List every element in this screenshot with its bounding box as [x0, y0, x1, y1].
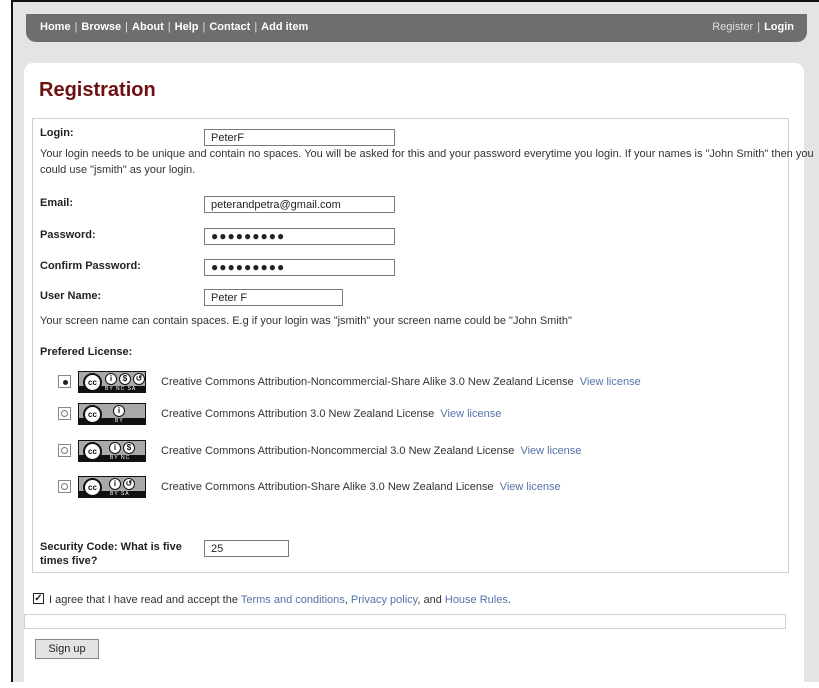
terms-link[interactable]: Terms and conditions: [241, 594, 345, 606]
license-radio[interactable]: [58, 375, 71, 388]
view-license-link[interactable]: View license: [520, 445, 581, 457]
badge-codes: BY: [115, 418, 124, 424]
security-code-label-line-1: Security Code: What is five: [40, 541, 182, 553]
view-license-link[interactable]: View license: [580, 376, 641, 388]
license-label: Prefered License:: [40, 346, 133, 358]
license-text: Creative Commons Attribution-Noncommerci…: [161, 376, 641, 388]
confirm-password-label: Confirm Password:: [40, 260, 141, 272]
security-code-label-line-2: times five?: [40, 555, 98, 567]
nav-help-link[interactable]: Help: [172, 21, 202, 33]
nav-browse-link[interactable]: Browse: [78, 21, 124, 33]
username-label: User Name:: [40, 290, 102, 302]
radio-selected-dot: [63, 380, 68, 385]
radio-empty: [61, 410, 68, 417]
username-field[interactable]: [204, 289, 343, 306]
cc-by-nc-badge-icon: cc i $ BY NC: [78, 440, 146, 462]
license-radio[interactable]: [58, 407, 71, 420]
agree-statement: I agree that I have read and accept the …: [49, 594, 511, 606]
confirm-password-field[interactable]: ●●●●●●●●●: [204, 259, 395, 276]
top-navigation-bar: Home | Browse | About | Help | Contact | Add item …: [26, 14, 807, 42]
nav-home-link[interactable]: Home: [40, 21, 74, 33]
license-name: Creative Commons Attribution 3.0 New Zea…: [161, 408, 435, 420]
agree-comma: ,: [344, 594, 348, 606]
house-rules-link[interactable]: House Rules: [445, 594, 508, 606]
agree-and-text: , and: [417, 594, 442, 606]
view-license-link[interactable]: View license: [440, 408, 501, 420]
login-help-line-1: Your login needs to be unique and contai…: [40, 148, 814, 160]
nav-separator: |: [167, 21, 171, 33]
cc-by-badge-icon: cc i BY: [78, 403, 146, 425]
license-name: Creative Commons Attribution-Share Alike…: [161, 481, 494, 493]
cc-by-nc-sa-badge-icon: cc i $ ↺ BY NC SA: [78, 371, 146, 393]
email-field[interactable]: [204, 196, 395, 213]
nav-register-link[interactable]: Register: [709, 21, 756, 33]
account-nav: Register | Login: [709, 21, 797, 33]
divider-box: [24, 614, 786, 629]
password-label: Password:: [40, 229, 96, 241]
sign-up-button[interactable]: Sign up: [35, 639, 99, 659]
license-radio[interactable]: [58, 444, 71, 457]
login-label: Login:: [40, 127, 74, 139]
license-name: Creative Commons Attribution-Noncommerci…: [161, 445, 515, 457]
agree-period: .: [507, 594, 511, 606]
license-text: Creative Commons Attribution-Noncommerci…: [161, 445, 581, 457]
login-help-line-2: could use "jsmith" as your login.: [40, 164, 196, 176]
privacy-policy-link[interactable]: Privacy policy: [351, 594, 417, 606]
password-field[interactable]: ●●●●●●●●●: [204, 228, 395, 245]
email-label: Email:: [40, 197, 74, 209]
security-code-field[interactable]: [204, 540, 289, 557]
license-text: Creative Commons Attribution 3.0 New Zea…: [161, 408, 501, 420]
agree-checkbox[interactable]: ✓: [33, 593, 44, 604]
main-nav: Home | Browse | About | Help | Contact | Add item: [40, 21, 311, 33]
cc-by-sa-badge-icon: cc i ↺ BY SA: [78, 476, 146, 498]
badge-codes: BY SA: [110, 491, 130, 497]
nav-contact-link[interactable]: Contact: [206, 21, 253, 33]
registration-form-box: [32, 118, 789, 573]
agree-prefix-text: I agree that I have read and accept the: [49, 594, 238, 606]
nav-login-link[interactable]: Login: [761, 21, 797, 33]
license-name: Creative Commons Attribution-Noncommerci…: [161, 376, 574, 388]
license-text: Creative Commons Attribution-Share Alike…: [161, 481, 561, 493]
username-help: Your screen name can contain spaces. E.g…: [40, 315, 572, 327]
view-license-link[interactable]: View license: [500, 481, 561, 493]
badge-codes: BY NC SA: [105, 386, 137, 392]
login-field[interactable]: [204, 129, 395, 146]
license-radio[interactable]: [58, 480, 71, 493]
radio-empty: [61, 483, 68, 490]
badge-codes: BY NC: [110, 455, 131, 461]
page-title: Registration: [39, 79, 156, 101]
radio-empty: [61, 447, 68, 454]
nav-about-link[interactable]: About: [129, 21, 167, 33]
nav-add-item-link[interactable]: Add item: [258, 21, 311, 33]
